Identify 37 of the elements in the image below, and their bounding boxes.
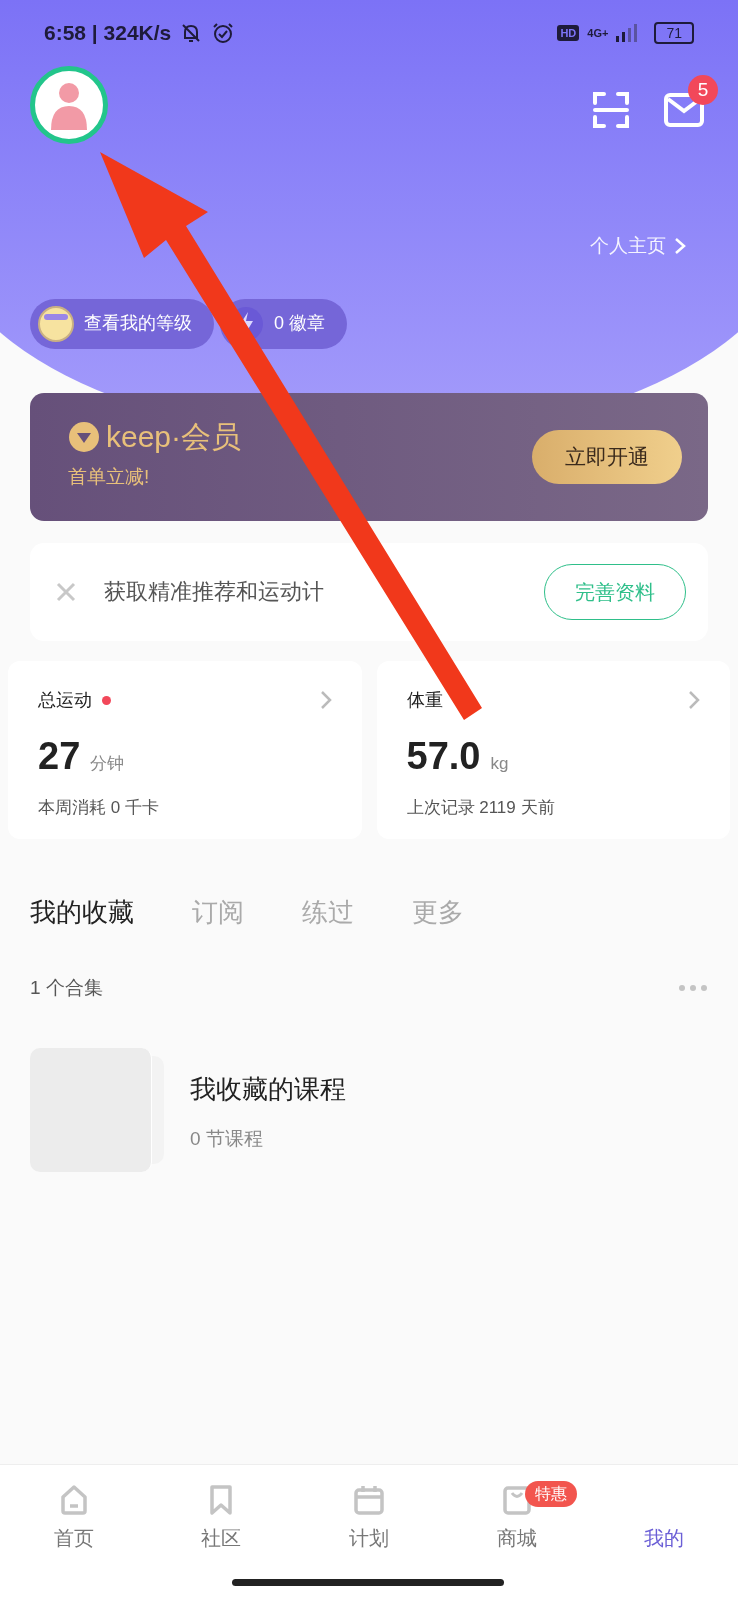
profile-link[interactable]: 个人主页 [590, 232, 686, 261]
network-type: 4G+ [587, 25, 609, 41]
level-chip[interactable]: 查看我的等级 [30, 298, 214, 349]
stat-card[interactable]: 总运动 27 分钟 本周消耗 0 千卡 [8, 660, 362, 839]
nav-tab[interactable]: 首页 [0, 1483, 148, 1553]
stat-title: 体重 [406, 688, 443, 712]
diamond-logo-icon [68, 421, 100, 454]
stat-unit: 分钟 [90, 752, 125, 775]
chevron-right-icon [674, 237, 686, 256]
subscribe-button[interactable]: 立即开通 [532, 429, 682, 484]
signal-icon [616, 24, 639, 42]
mascot-icon [38, 305, 74, 342]
stat-note: 本周消耗 0 千卡 [38, 796, 160, 819]
calendar-icon [352, 1483, 386, 1517]
chevron-right-icon [319, 690, 332, 710]
stat-title: 总运动 [38, 688, 92, 712]
stat-unit: kg [490, 752, 509, 775]
collection-count: 1 个合集 [30, 975, 103, 1000]
nav-tab[interactable]: 特惠 商城 [442, 1483, 591, 1553]
tip-text: 获取精准推荐和运动计 [104, 578, 325, 606]
collection-subtitle: 0 节课程 [190, 1127, 264, 1151]
scan-icon[interactable] [592, 91, 630, 129]
promo-badge: 特惠 [524, 1481, 577, 1507]
chevron-right-icon [688, 690, 700, 710]
stat-card[interactable]: 体重 57.0 kg 上次记录 2119 天前 [376, 660, 730, 839]
nav-tab[interactable]: 社区 [147, 1483, 296, 1553]
tab[interactable]: 我的收藏 [30, 892, 134, 932]
nav-tab[interactable]: 计划 [295, 1483, 443, 1553]
vip-title: keep·会员 [106, 422, 242, 453]
collection-title[interactable]: 我收藏的课程 [190, 1070, 346, 1109]
stat-note: 上次记录 2119 天前 [406, 796, 556, 819]
nav-tab[interactable]: 我的 [590, 1483, 738, 1553]
stat-value: 57.0 [406, 733, 481, 779]
battery-icon: 71 [654, 22, 694, 44]
stat-value: 27 [38, 733, 81, 779]
vip-subtitle: 首单立减! [68, 465, 151, 490]
status-time: 6:58 | 324K/s [44, 20, 172, 47]
